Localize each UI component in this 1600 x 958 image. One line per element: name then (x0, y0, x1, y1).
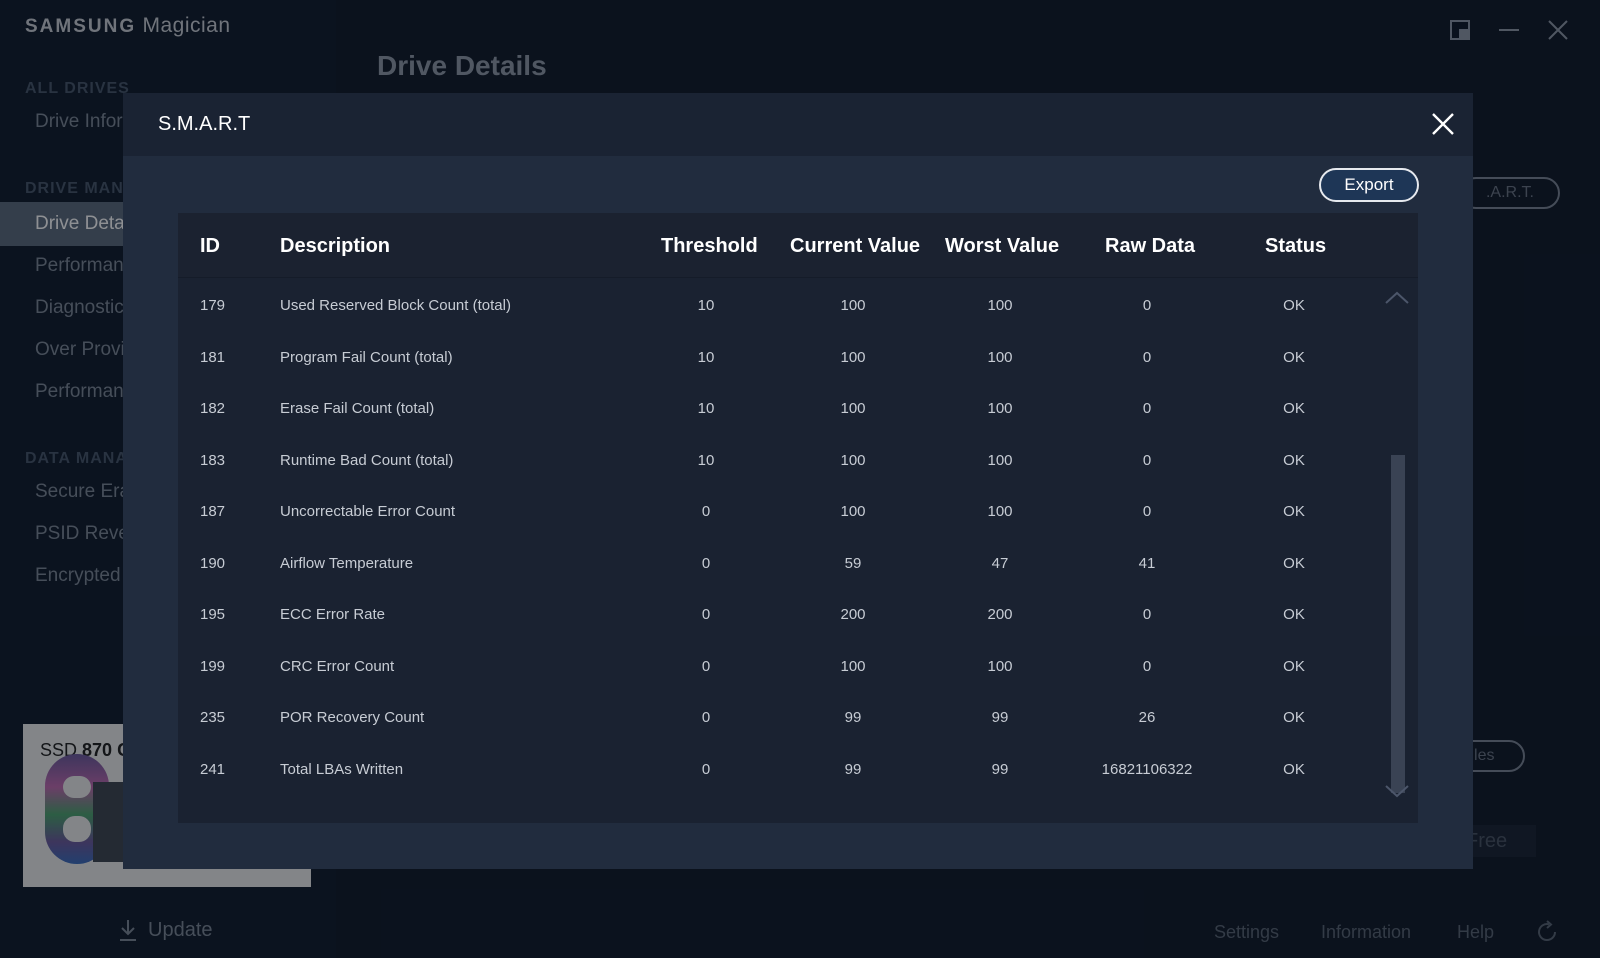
cell-status: OK (1283, 709, 1305, 726)
cell-raw-data: 0 (1142, 348, 1152, 366)
scrollbar-thumb[interactable] (1391, 455, 1405, 793)
cell-current-value: 100 (840, 451, 866, 469)
cell-raw-data: 0 (1142, 297, 1152, 314)
col-header-worst-value[interactable]: Worst Value (945, 235, 1059, 258)
scroll-up-chevron-icon[interactable] (1383, 288, 1411, 308)
cell-raw-data: 16821106322 (1101, 760, 1193, 778)
cell-id: 195 (200, 606, 226, 623)
cell-current-value: 200 (840, 606, 866, 623)
cell-status: OK (1283, 657, 1305, 675)
col-header-id[interactable]: ID (200, 235, 220, 258)
smart-table: ID Description Threshold Current Value W… (178, 213, 1418, 823)
cell-id: 182 (200, 400, 226, 417)
col-header-threshold[interactable]: Threshold (661, 235, 758, 258)
cell-worst-value: 200 (987, 606, 1013, 623)
col-header-status[interactable]: Status (1265, 235, 1326, 258)
cell-current-value: 99 (844, 709, 862, 726)
cell-current-value: 100 (840, 400, 866, 417)
col-header-current-value[interactable]: Current Value (790, 235, 920, 258)
cell-id: 181 (200, 348, 226, 366)
table-header: ID Description Threshold Current Value W… (178, 213, 1418, 278)
cell-raw-data: 0 (1142, 503, 1152, 520)
cell-status: OK (1283, 606, 1305, 623)
cell-threshold: 10 (697, 297, 715, 314)
cell-id: 190 (200, 554, 226, 572)
cell-worst-value: 100 (987, 503, 1013, 520)
cell-threshold: 0 (701, 760, 711, 778)
dialog-title: S.M.A.R.T (158, 113, 251, 135)
table-row[interactable]: 187 Uncorrectable Error Count 0 100 100 0 OK (178, 487, 1378, 539)
cell-worst-value: 100 (987, 657, 1013, 675)
cell-description: POR Recovery Count (280, 709, 425, 726)
cell-description: Used Reserved Block Count (total) (280, 297, 511, 314)
cell-current-value: 59 (844, 554, 862, 572)
cell-status: OK (1283, 348, 1305, 366)
cell-status: OK (1283, 400, 1305, 417)
table-row[interactable]: 183 Runtime Bad Count (total) 10 100 100 0 OK (178, 436, 1378, 488)
table-row[interactable]: 199 CRC Error Count 0 100 100 0 OK (178, 642, 1378, 694)
col-header-raw-data[interactable]: Raw Data (1105, 235, 1195, 258)
cell-description: Program Fail Count (total) (280, 348, 453, 366)
cell-raw-data: 26 (1138, 709, 1156, 726)
cell-description: CRC Error Count (280, 657, 395, 675)
cell-raw-data: 0 (1142, 400, 1152, 417)
cell-status: OK (1283, 554, 1305, 572)
cell-worst-value: 47 (991, 554, 1009, 572)
cell-status: OK (1283, 760, 1305, 778)
smart-dialog: S.M.A.R.T Export ID Description Threshol… (123, 93, 1473, 869)
cell-raw-data: 0 (1142, 451, 1152, 469)
cell-threshold: 0 (701, 657, 711, 675)
cell-worst-value: 100 (987, 400, 1013, 417)
cell-current-value: 100 (840, 503, 866, 520)
cell-id: 187 (200, 503, 226, 520)
cell-threshold: 10 (697, 400, 715, 417)
cell-current-value: 100 (840, 297, 866, 314)
cell-current-value: 100 (840, 348, 866, 366)
cell-description: ECC Error Rate (280, 606, 386, 623)
cell-id: 183 (200, 451, 226, 469)
cell-threshold: 0 (701, 606, 711, 623)
export-button[interactable]: Export (1319, 168, 1419, 202)
cell-current-value: 100 (840, 657, 866, 675)
cell-raw-data: 41 (1138, 554, 1156, 572)
cell-worst-value: 100 (987, 297, 1013, 314)
cell-description: Airflow Temperature (280, 554, 414, 572)
table-row[interactable]: 235 POR Recovery Count 0 99 99 26 OK (178, 693, 1378, 745)
cell-status: OK (1283, 297, 1305, 314)
cell-threshold: 10 (697, 348, 715, 366)
dialog-header: S.M.A.R.T (123, 93, 1473, 156)
cell-description: Uncorrectable Error Count (280, 503, 456, 520)
cell-raw-data: 0 (1142, 606, 1152, 623)
scroll-down-chevron-icon[interactable] (1383, 781, 1411, 801)
cell-id: 235 (200, 709, 226, 726)
col-header-description[interactable]: Description (280, 235, 390, 258)
close-icon[interactable] (1430, 111, 1456, 137)
cell-description: Total LBAs Written (280, 760, 404, 778)
table-row[interactable]: 241 Total LBAs Written 0 99 99 16821106322 OK (178, 745, 1378, 797)
table-row[interactable]: 195 ECC Error Rate 0 200 200 0 OK (178, 590, 1378, 642)
cell-status: OK (1283, 451, 1305, 469)
table-row[interactable]: 179 Used Reserved Block Count (total) 10 10… (178, 281, 1378, 333)
table-row[interactable]: 181 Program Fail Count (total) 10 100 100 0 OK (178, 333, 1378, 385)
cell-id: 241 (200, 760, 226, 778)
cell-worst-value: 99 (991, 709, 1009, 726)
cell-worst-value: 100 (987, 348, 1013, 366)
cell-threshold: 0 (701, 503, 711, 520)
cell-raw-data: 0 (1142, 657, 1152, 675)
cell-worst-value: 99 (991, 760, 1009, 778)
table-row[interactable]: 182 Erase Fail Count (total) 10 100 100 0 OK (178, 384, 1378, 436)
cell-threshold: 10 (697, 451, 715, 469)
cell-id: 199 (200, 657, 226, 675)
cell-threshold: 0 (701, 554, 711, 572)
table-row[interactable]: 190 Airflow Temperature 0 59 47 41 OK (178, 539, 1378, 591)
cell-description: Erase Fail Count (total) (280, 400, 435, 417)
app-window: SAMSUNG Magician ALL DRIVES Drive Infor … (0, 0, 1600, 958)
cell-id: 179 (200, 297, 226, 314)
cell-status: OK (1283, 503, 1305, 520)
cell-description: Runtime Bad Count (total) (280, 451, 454, 469)
cell-current-value: 99 (844, 760, 862, 778)
cell-threshold: 0 (701, 709, 711, 726)
cell-worst-value: 100 (987, 451, 1013, 469)
